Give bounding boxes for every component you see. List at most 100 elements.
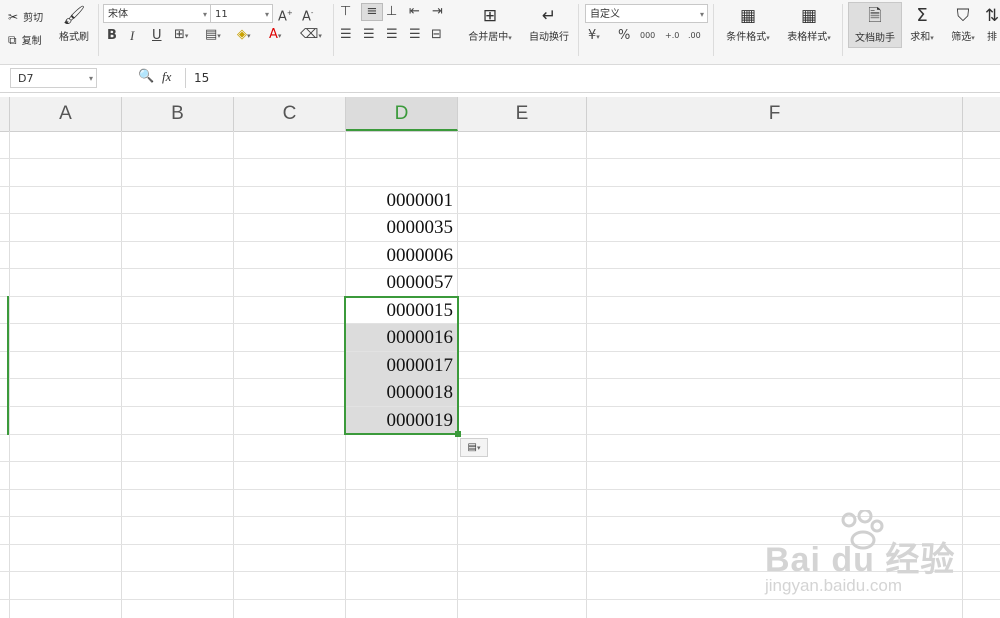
percent-button[interactable]: %	[618, 28, 630, 44]
chevron-down-icon: ▾	[699, 10, 704, 19]
paint-brush-icon: 🖌	[62, 5, 86, 26]
baidu-watermark: Bai du 经验 jingyan.baidu.com	[765, 510, 995, 610]
decrease-indent-icon[interactable]: ⇤	[409, 4, 420, 20]
copy-icon: ⧉	[8, 33, 17, 47]
cell-style-icon[interactable]: ▤▾	[205, 27, 221, 44]
bold-button[interactable]: B	[107, 28, 117, 44]
divider	[578, 4, 579, 56]
filter-label: 筛选	[951, 32, 972, 43]
decrease-decimal-button[interactable]: .00	[688, 28, 701, 44]
column-header-f[interactable]: F	[587, 97, 963, 131]
divider	[713, 4, 714, 56]
divider	[842, 4, 843, 56]
scissors-icon: ✂	[8, 10, 19, 24]
column-header-a[interactable]: A	[10, 97, 122, 131]
selection-range-border	[344, 296, 459, 435]
fill-handle[interactable]	[455, 431, 461, 437]
underline-button[interactable]: U	[152, 28, 162, 44]
align-left-icon[interactable]: ☰	[340, 27, 352, 43]
table-style-icon: ▦	[800, 6, 818, 26]
divider	[333, 4, 334, 56]
name-box[interactable]: D7 ▾	[10, 68, 97, 88]
merge-center-label: 合并居中	[468, 32, 509, 43]
copy-button[interactable]: ⧉ 复制	[8, 29, 42, 48]
align-center-icon[interactable]: ☰	[363, 27, 375, 43]
number-format-select[interactable]: 自定义 ▾	[585, 4, 708, 23]
divider	[98, 4, 99, 56]
align-middle-icon[interactable]: ≡	[361, 3, 383, 21]
doc-assistant-button[interactable]: 🗎 文档助手	[848, 2, 902, 48]
thousands-button[interactable]: 000	[640, 28, 655, 44]
watermark-brand: Bai du 经验	[765, 541, 956, 579]
cell-d3[interactable]: 0000001	[346, 187, 457, 214]
zoom-icon[interactable]: 🔍	[138, 69, 154, 84]
conditional-format-icon: ▦	[739, 6, 757, 26]
cut-label: 剪切	[23, 13, 44, 24]
chevron-down-icon: ▾	[88, 74, 93, 83]
sum-button[interactable]: Σ 求和▾	[905, 4, 939, 43]
row-selection-indicator	[7, 296, 9, 435]
ribbon-toolbar: ✂ 剪切 ⧉ 复制 🖌 格式刷 宋体 ▾ 11 ▾ A+ A- B I U ⊞▾…	[0, 0, 1000, 65]
column-header-d[interactable]: D	[346, 97, 458, 131]
italic-button[interactable]: I	[130, 28, 134, 44]
distributed-icon[interactable]: ⊟	[431, 27, 442, 43]
cell-d4[interactable]: 0000035	[346, 214, 457, 241]
name-box-value: D7	[18, 72, 34, 85]
wrap-text-label: 自动换行	[529, 32, 569, 43]
doc-assistant-label: 文档助手	[855, 33, 895, 44]
align-top-icon[interactable]: ⊤	[340, 4, 351, 20]
formula-input[interactable]: 15	[185, 68, 1000, 88]
watermark-url: jingyan.baidu.com	[765, 576, 903, 595]
merge-center-button[interactable]: ⊞ 合并居中▾	[462, 4, 518, 43]
column-header-e[interactable]: E	[458, 97, 587, 131]
merge-cells-icon: ⊞	[482, 6, 498, 26]
increase-decimal-button[interactable]: +.0	[665, 28, 679, 44]
eraser-icon[interactable]: ⌫▾	[300, 27, 322, 44]
border-icon[interactable]: ⊞▾	[174, 27, 188, 44]
column-header-b[interactable]: B	[122, 97, 234, 131]
cell-d5[interactable]: 0000006	[346, 242, 457, 269]
sort-label: 排	[987, 32, 997, 43]
justify-icon[interactable]: ☰	[409, 27, 421, 43]
fill-color-icon[interactable]: ◈▾	[237, 27, 251, 44]
format-painter-button[interactable]: 🖌 格式刷	[55, 4, 93, 43]
filter-button[interactable]: ⛉ 筛选▾	[945, 4, 981, 43]
format-painter-label: 格式刷	[59, 32, 89, 43]
cut-button[interactable]: ✂ 剪切	[8, 6, 43, 25]
filter-icon: ⛉	[956, 6, 970, 26]
font-name-value: 宋体	[108, 9, 128, 20]
conditional-format-label: 条件格式	[726, 32, 767, 43]
wrap-text-icon: ↵	[541, 6, 557, 26]
font-size-select[interactable]: 11 ▾	[210, 4, 273, 23]
font-color-icon[interactable]: A▾	[269, 27, 281, 44]
align-right-icon[interactable]: ☰	[386, 27, 398, 43]
sum-label: 求和	[910, 32, 931, 43]
cell-d6[interactable]: 0000057	[346, 269, 457, 296]
document-icon: 🗎	[868, 6, 882, 26]
select-all-corner[interactable]	[0, 97, 10, 131]
sigma-icon: Σ	[916, 5, 928, 26]
chevron-down-icon: ▾	[202, 10, 207, 19]
increase-indent-icon[interactable]: ⇥	[432, 4, 443, 20]
column-headers: A B C D E F	[0, 97, 1000, 132]
wrap-text-button[interactable]: ↵ 自动换行	[525, 4, 573, 43]
table-style-button[interactable]: ▦ 表格样式▾	[780, 4, 838, 43]
font-size-value: 11	[215, 9, 228, 20]
conditional-format-button[interactable]: ▦ 条件格式▾	[718, 4, 778, 43]
currency-icon[interactable]: ¥▾	[588, 28, 600, 45]
formula-bar: D7 ▾ 🔍 fx 15	[0, 65, 1000, 93]
fx-icon[interactable]: fx	[162, 69, 171, 85]
increase-font-icon[interactable]: A+	[278, 5, 293, 25]
table-style-label: 表格样式	[787, 32, 828, 43]
align-bottom-icon[interactable]: ⊥	[386, 4, 397, 20]
sort-icon: ⇅	[984, 6, 1000, 26]
chevron-down-icon: ▾	[264, 10, 269, 19]
number-format-value: 自定义	[590, 9, 620, 20]
copy-label: 复制	[21, 36, 42, 47]
decrease-font-icon[interactable]: A-	[302, 5, 313, 25]
sort-button[interactable]: ⇅ 排	[984, 4, 1000, 43]
autofill-options-icon: ▤	[467, 442, 477, 453]
autofill-options-button[interactable]: ▤▾	[460, 438, 488, 457]
font-name-select[interactable]: 宋体 ▾	[103, 4, 211, 23]
column-header-c[interactable]: C	[234, 97, 346, 131]
